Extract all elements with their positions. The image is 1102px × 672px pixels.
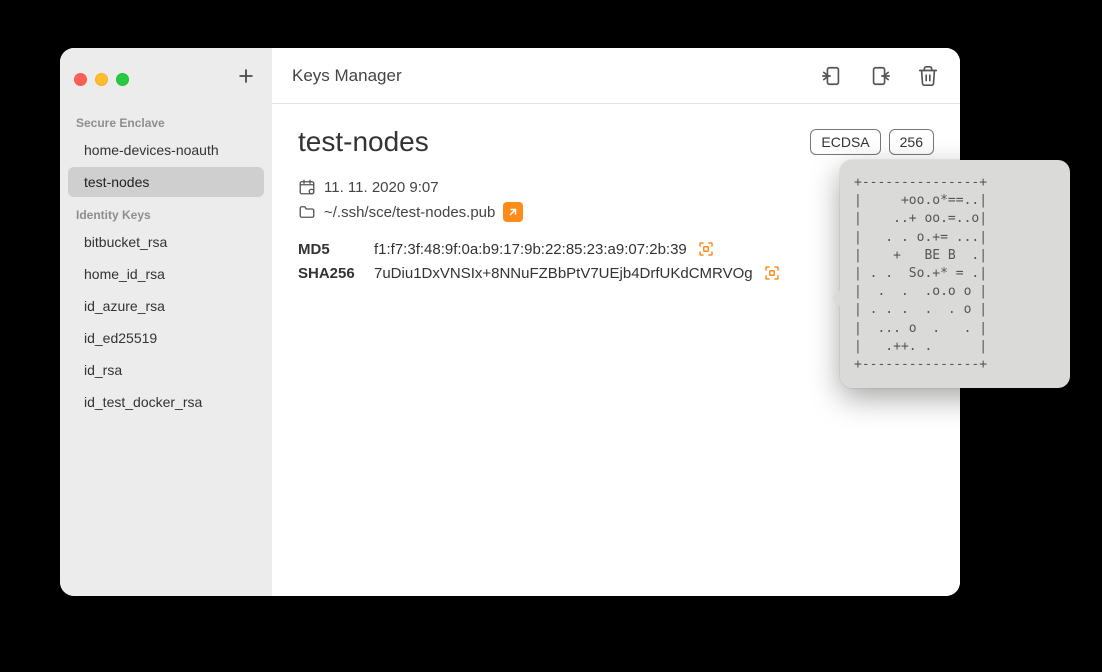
add-key-button[interactable]	[234, 66, 258, 92]
created-date: 11. 11. 2020 9:07	[324, 179, 439, 196]
sidebar-item-identity[interactable]: bitbucket_rsa	[68, 227, 264, 257]
bits-badge: 256	[889, 129, 934, 155]
reveal-in-finder-button[interactable]	[503, 202, 523, 222]
sha256-fingerprint: 7uDiu1DxVNSIx+8NNuFZBbPtV7UEjb4DrfUKdCMR…	[374, 265, 753, 282]
minimize-window-button[interactable]	[95, 73, 108, 86]
sidebar-item-identity[interactable]: id_rsa	[68, 355, 264, 385]
randomart-popover: +---------------+ | +oo.o*==..| | ..+ oo…	[840, 160, 1070, 388]
sidebar-item-identity[interactable]: id_ed25519	[68, 323, 264, 353]
sidebar: Secure Enclave home-devices-noauth test-…	[60, 48, 272, 596]
toolbar: Keys Manager	[272, 48, 960, 104]
calendar-icon	[298, 178, 316, 196]
sidebar-section-enclave: Secure Enclave	[60, 106, 272, 134]
traffic-lights	[74, 73, 129, 86]
folder-icon	[298, 203, 316, 221]
sha256-qr-button[interactable]	[763, 264, 781, 282]
fullscreen-window-button[interactable]	[116, 73, 129, 86]
delete-button[interactable]	[916, 64, 940, 88]
md5-fingerprint: f1:f7:3f:48:9f:0a:b9:17:9b:22:85:23:a9:0…	[374, 241, 687, 258]
import-button[interactable]	[820, 64, 844, 88]
app-window: Secure Enclave home-devices-noauth test-…	[60, 48, 960, 596]
close-window-button[interactable]	[74, 73, 87, 86]
md5-qr-button[interactable]	[697, 240, 715, 258]
algorithm-badge: ECDSA	[810, 129, 880, 155]
sidebar-item-enclave[interactable]: home-devices-noauth	[68, 135, 264, 165]
titlebar	[60, 60, 272, 106]
toolbar-actions	[820, 64, 940, 88]
key-path: ~/.ssh/sce/test-nodes.pub	[324, 204, 495, 221]
sidebar-item-enclave[interactable]: test-nodes	[68, 167, 264, 197]
sidebar-section-identity: Identity Keys	[60, 198, 272, 226]
sidebar-item-identity[interactable]: id_azure_rsa	[68, 291, 264, 321]
sha256-label: SHA256	[298, 265, 364, 282]
export-button[interactable]	[868, 64, 892, 88]
sidebar-item-identity[interactable]: id_test_docker_rsa	[68, 387, 264, 417]
key-name-heading: test-nodes	[298, 126, 802, 158]
md5-label: MD5	[298, 241, 364, 258]
toolbar-title: Keys Manager	[292, 66, 820, 86]
sidebar-item-identity[interactable]: home_id_rsa	[68, 259, 264, 289]
